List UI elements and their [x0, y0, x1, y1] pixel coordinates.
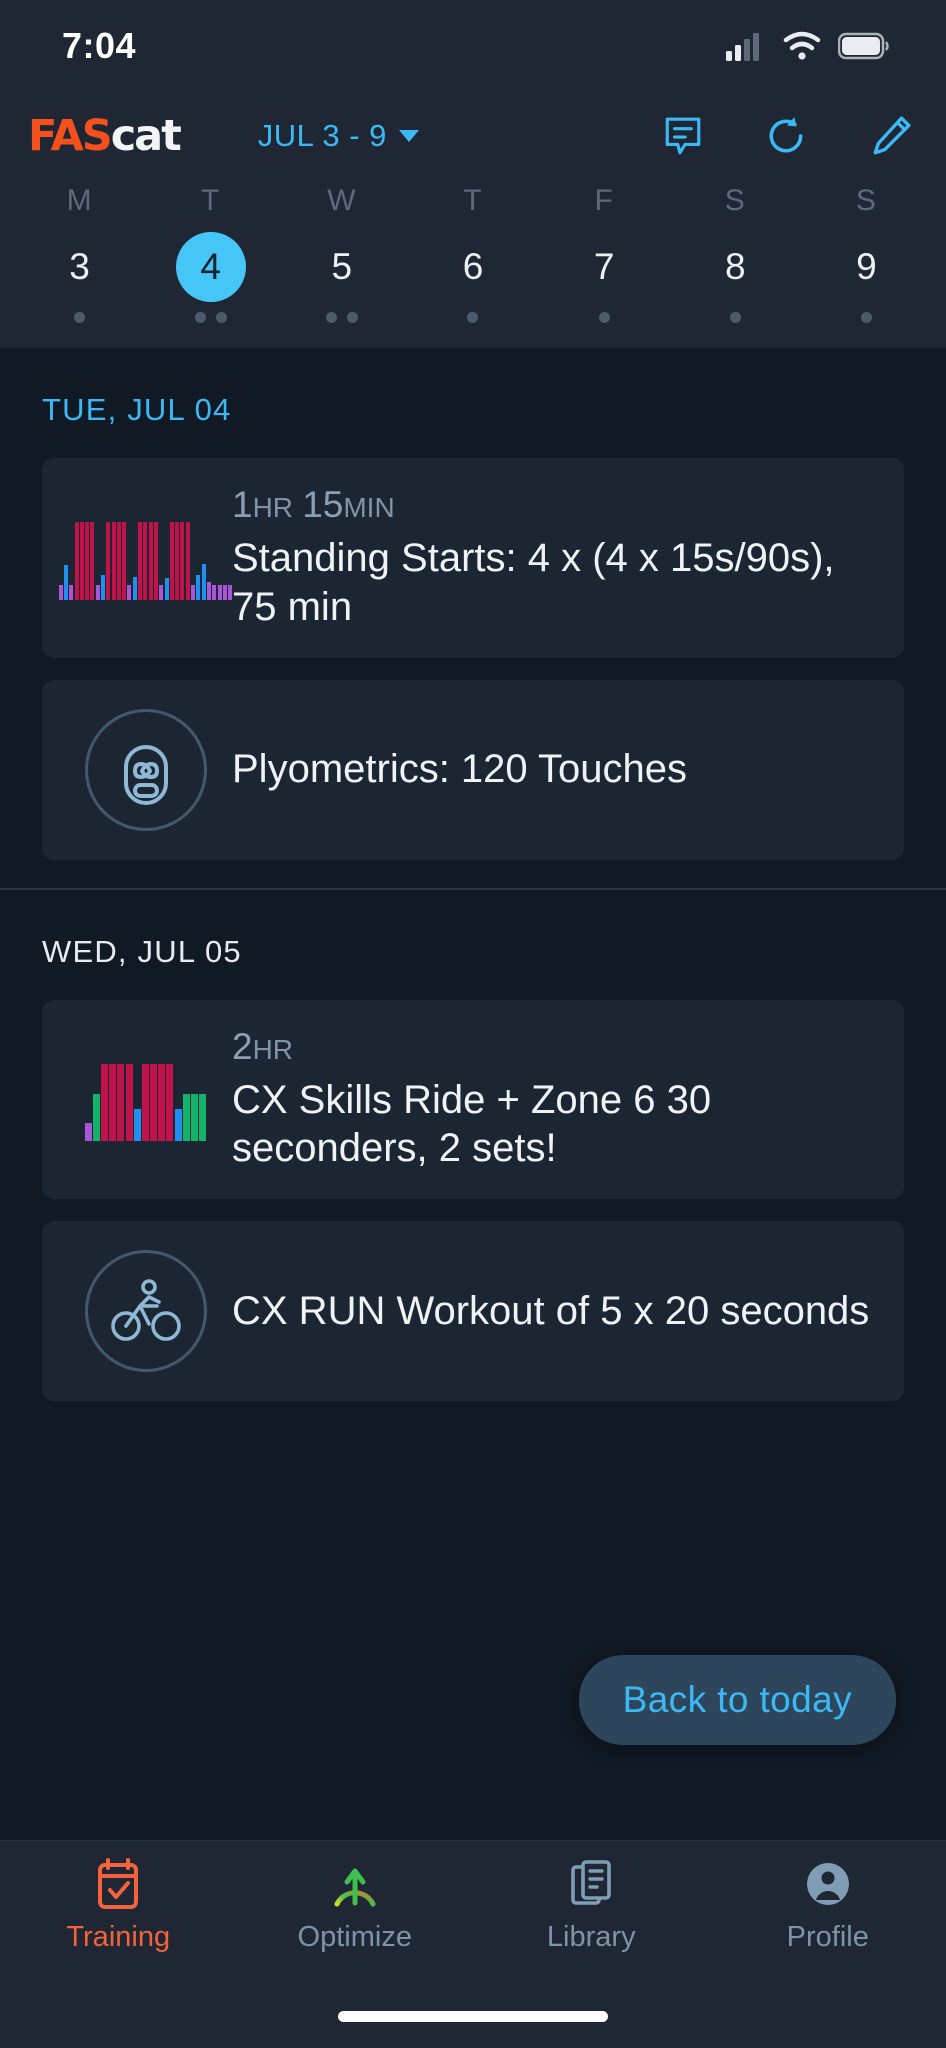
tab-training[interactable]: Training [0, 1857, 237, 2048]
icon-circle [85, 1250, 207, 1373]
workout-title: Standing Starts: 4 x (4 x 15s/90s), 75 m… [232, 536, 835, 629]
duration-hours-unit: HR [252, 1033, 294, 1065]
workout-card-body: 2HR CX Skills Ride + Zone 6 30 seconders… [222, 1026, 876, 1174]
cx-bar-chart-icon [70, 1057, 222, 1142]
tab-label: Training [66, 1921, 171, 1953]
day-initial: S [724, 184, 746, 217]
duration-mins-unit: MIN [343, 492, 395, 523]
day-number: 8 [724, 246, 746, 287]
workout-card-body: Plyometrics: 120 Touches [222, 745, 876, 794]
workout-duration: 2HR [232, 1026, 876, 1068]
week-range-label: JUL 3 - 9 [257, 118, 387, 153]
calendar-workout-dots [0, 312, 946, 334]
arrow-arc-icon [334, 1868, 376, 1907]
luchador-mask-icon-wrap [70, 708, 222, 831]
chevron-down-icon [398, 130, 419, 142]
day-dots [801, 312, 932, 323]
day-dots [145, 312, 276, 323]
home-indicator [338, 2011, 608, 2022]
day-dots [276, 312, 407, 323]
bottom-tab-bar: Training Optimize Library Profile [0, 1840, 946, 2048]
interval-bar-chart-icon [58, 516, 233, 600]
logo-cat: cat [110, 110, 182, 161]
back-to-today-button[interactable]: Back to today [578, 1655, 896, 1745]
calendar-day-9[interactable]: 9 [801, 232, 932, 302]
day-initial: F [594, 184, 614, 217]
day-section-title: WED, JUL 05 [42, 933, 242, 969]
day-number: 6 [462, 246, 484, 287]
workout-duration: 1HR 15MIN [232, 484, 876, 526]
cyclist-icon [111, 1279, 181, 1341]
duration-mins-value: 15 [302, 484, 344, 525]
fascat-logo[interactable]: FAScat [28, 114, 182, 158]
calendar-day-8[interactable]: 8 [670, 232, 801, 302]
luchador-mask-icon [124, 744, 168, 805]
workout-title: Plyometrics: 120 Touches [232, 747, 688, 792]
cyclist-icon-wrap [70, 1250, 222, 1373]
tab-label: Library [546, 1921, 636, 1953]
day-section-wed: WED, JUL 05 2HR CX Skills Ride + Zone 6 … [0, 890, 946, 1402]
calendar-day-initials: M T W T F S S [0, 184, 946, 218]
header-row: FAScat JUL 3 - 9 [0, 92, 946, 180]
calendar-day-3[interactable]: 3 [14, 232, 145, 302]
day-number: 3 [69, 246, 90, 287]
calendar-day-4[interactable]: 4 [145, 232, 276, 302]
day-section-title: TUE, JUL 04 [42, 392, 232, 427]
day-number-selected: 4 [175, 232, 246, 302]
duration-hours-value: 1 [232, 484, 253, 525]
status-icons [726, 31, 890, 61]
day-dots [539, 312, 670, 323]
status-time: 7:04 [62, 25, 137, 66]
tab-label: Optimize [297, 1921, 412, 1953]
duration-hours-unit: HR [252, 492, 294, 523]
day-number: 5 [331, 246, 353, 287]
refresh-icon[interactable] [766, 115, 808, 157]
day-dots [670, 312, 801, 323]
person-circle-icon [806, 1863, 849, 1905]
day-initial: W [327, 184, 357, 217]
day-initial: T [201, 184, 221, 217]
documents-icon [571, 1860, 612, 1905]
workout-card-standing-starts[interactable]: 1HR 15MIN Standing Starts: 4 x (4 x 15s/… [42, 458, 904, 658]
calendar-day-5[interactable]: 5 [276, 232, 407, 302]
app-root: 7:04 FAScat JUL 3 - 9 M T W T F S S 3 4 … [0, 0, 946, 2048]
calendar-day-7[interactable]: 7 [539, 232, 670, 302]
wifi-icon [783, 31, 821, 60]
day-number: 9 [856, 246, 877, 287]
week-range-selector[interactable]: JUL 3 - 9 [258, 118, 419, 154]
workout-title: CX Skills Ride + Zone 6 30 seconders, 2 … [232, 1077, 712, 1171]
cellular-signal-icon [726, 33, 759, 61]
edit-pencil-icon[interactable] [870, 115, 912, 157]
day-dots [14, 312, 145, 323]
workout-card-cx-run[interactable]: CX RUN Workout of 5 x 20 seconds [42, 1221, 904, 1402]
header-actions [662, 115, 912, 157]
day-initial: M [66, 184, 93, 217]
workout-list[interactable]: TUE, JUL 04 1HR 15MIN Standing Starts: 4… [0, 348, 946, 1402]
header-block: FAScat JUL 3 - 9 M T W T F S S 3 4 5 6 7… [0, 92, 946, 348]
day-initial: T [463, 184, 483, 217]
battery-icon [838, 32, 889, 60]
workout-profile-chart [84, 1057, 208, 1142]
duration-hours-value: 2 [232, 1025, 253, 1067]
workout-card-cx-skills-ride[interactable]: 2HR CX Skills Ride + Zone 6 30 seconders… [42, 999, 904, 1200]
icon-circle [85, 708, 207, 831]
tab-profile[interactable]: Profile [710, 1857, 946, 2048]
workout-profile-chart [58, 516, 234, 600]
day-number: 7 [593, 246, 615, 287]
workout-title: CX RUN Workout of 5 x 20 seconds [232, 1288, 870, 1333]
calendar-check-icon [98, 1858, 139, 1909]
workout-card-body: CX RUN Workout of 5 x 20 seconds [222, 1287, 876, 1336]
back-to-today-label: Back to today [622, 1679, 852, 1720]
workout-card-body: 1HR 15MIN Standing Starts: 4 x (4 x 15s/… [222, 484, 876, 632]
day-dots [407, 312, 538, 323]
calendar-day-numbers: 3 4 5 6 7 8 9 [0, 232, 946, 302]
workout-card-plyometrics[interactable]: Plyometrics: 120 Touches [42, 679, 904, 860]
comment-icon[interactable] [662, 115, 704, 157]
day-initial: S [855, 184, 877, 217]
day-section-tue: TUE, JUL 04 1HR 15MIN Standing Starts: 4… [0, 348, 946, 860]
tab-label: Profile [786, 1921, 869, 1953]
calendar-day-6[interactable]: 6 [407, 232, 538, 302]
logo-fas: FAS [28, 110, 113, 161]
status-bar: 7:04 [0, 0, 946, 92]
